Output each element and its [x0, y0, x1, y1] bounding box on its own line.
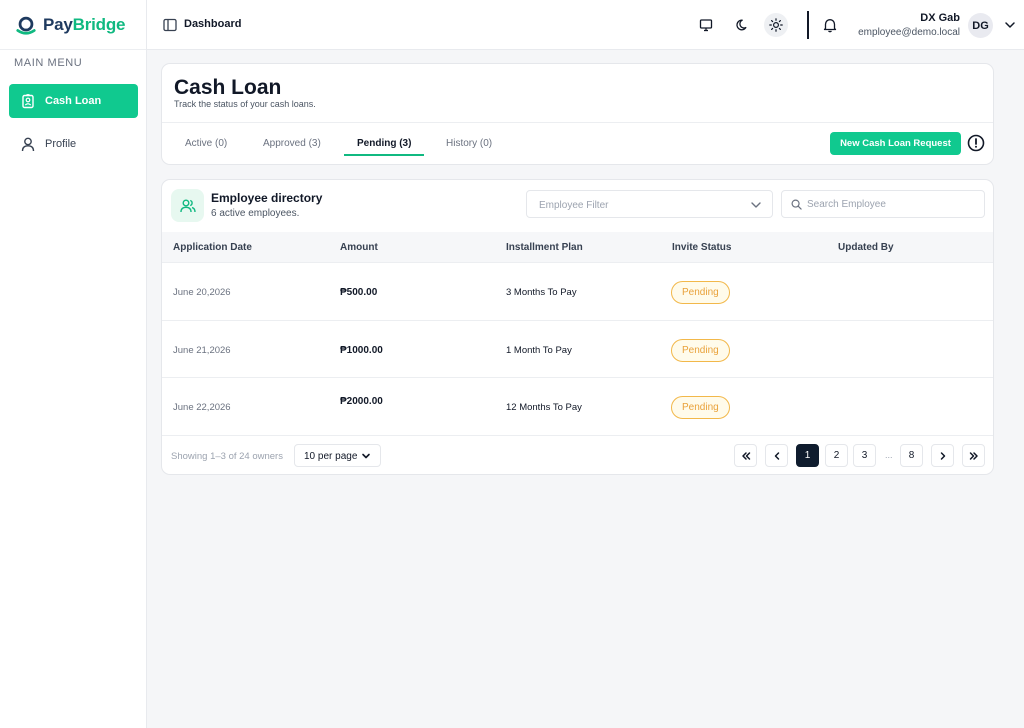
main-menu-heading: MAIN MENU — [14, 57, 83, 69]
employee-filter-placeholder: Employee Filter — [539, 200, 609, 211]
sidebar-item-label: Cash Loan — [45, 95, 102, 107]
sidebar-item-profile[interactable]: Profile — [9, 127, 138, 161]
sun-icon — [769, 18, 783, 32]
brand-logo[interactable]: PayBridge — [0, 0, 146, 50]
table-header: Application Date Amount Installment Plan… — [162, 232, 993, 262]
tab-active[interactable]: Active (0) — [185, 138, 227, 149]
header-divider — [807, 11, 809, 39]
divider — [162, 122, 993, 123]
installment-plan: 12 Months To Pay — [506, 402, 582, 413]
loan-amount: ₱1000.00 — [340, 345, 383, 356]
page-button-8[interactable]: 8 — [900, 444, 923, 467]
light-theme-button[interactable] — [764, 13, 788, 37]
next-page-button[interactable] — [931, 444, 954, 467]
tab-history[interactable]: History (0) — [446, 138, 492, 149]
user-name: DX Gab — [920, 12, 960, 24]
pagination-summary: Showing 1–3 of 24 owners — [171, 451, 283, 462]
column-header: Updated By — [838, 242, 894, 253]
paybridge-logo-icon — [16, 16, 36, 35]
sidebar: PayBridge MAIN MENU Cash Loan Profile — [0, 0, 147, 728]
application-date: June 20,2026 — [173, 287, 231, 298]
directory-subtitle: 6 active employees. — [211, 208, 300, 219]
sidebar-toggle-icon[interactable] — [162, 17, 178, 33]
bell-icon — [823, 19, 837, 33]
per-page-value: 10 per page — [304, 451, 358, 462]
employee-filter-select[interactable]: Employee Filter — [526, 190, 773, 218]
page-subtitle: Track the status of your cash loans. — [174, 99, 316, 109]
users-icon — [171, 189, 204, 222]
cash-loan-header-card: Cash Loan Track the status of your cash … — [161, 63, 994, 165]
search-input[interactable] — [807, 198, 977, 210]
tab-pending[interactable]: Pending (3) — [357, 138, 411, 149]
first-page-button[interactable] — [734, 444, 757, 467]
user-email: employee@demo.local — [858, 27, 960, 38]
previous-page-button[interactable] — [765, 444, 788, 467]
application-date: June 21,2026 — [173, 345, 231, 356]
user-icon — [20, 136, 36, 152]
chevron-left-icon — [774, 451, 779, 460]
table-row[interactable]: June 20,2026 ₱500.00 3 Months To Pay Pen… — [162, 262, 993, 320]
directory-title: Employee directory — [211, 191, 323, 205]
chevron-down-icon[interactable] — [1004, 19, 1016, 31]
sidebar-item-cash-loan[interactable]: Cash Loan — [9, 84, 138, 118]
search-employee-field[interactable] — [781, 190, 985, 218]
brand-name: PayBridge — [43, 14, 126, 34]
column-header: Application Date — [173, 242, 252, 253]
chevrons-right-icon — [969, 451, 978, 460]
chevron-right-icon — [940, 451, 945, 460]
monitor-icon — [699, 19, 713, 32]
avatar[interactable]: DG — [968, 13, 993, 38]
system-theme-button[interactable] — [694, 13, 718, 37]
loan-amount: ₱2000.00 — [340, 396, 383, 407]
installment-plan: 1 Month To Pay — [506, 345, 572, 356]
employee-directory-card: Employee directory 6 active employees. E… — [161, 179, 994, 475]
page-button-2[interactable]: 2 — [825, 444, 848, 467]
column-header: Amount — [340, 242, 378, 253]
new-cash-loan-request-button[interactable]: New Cash Loan Request — [830, 132, 961, 155]
table-footer: Showing 1–3 of 24 owners 10 per page 1 2… — [162, 435, 993, 474]
sidebar-item-label: Profile — [45, 138, 77, 150]
chevron-down-icon — [362, 453, 370, 459]
search-icon — [791, 199, 802, 210]
page-button-1[interactable]: 1 — [796, 444, 819, 467]
tab-approved[interactable]: Approved (3) — [263, 138, 321, 149]
breadcrumb[interactable]: Dashboard — [184, 18, 241, 30]
installment-plan: 3 Months To Pay — [506, 287, 577, 298]
table-row[interactable]: June 21,2026 ₱1000.00 1 Month To Pay Pen… — [162, 320, 993, 378]
application-date: June 22,2026 — [173, 402, 231, 413]
table-row[interactable]: June 22,2026 ₱2000.00 12 Months To Pay P… — [162, 377, 993, 435]
notifications-button[interactable] — [818, 13, 842, 37]
column-header: Installment Plan — [506, 242, 583, 253]
alert-circle-icon[interactable] — [967, 134, 985, 152]
page-title: Cash Loan — [174, 76, 282, 99]
page-button-3[interactable]: 3 — [853, 444, 876, 467]
last-page-button[interactable] — [962, 444, 985, 467]
top-bar: Dashboard DX Gab employee@demo.local DG — [147, 0, 1024, 50]
dark-theme-button[interactable] — [731, 13, 755, 37]
per-page-select[interactable]: 10 per page — [294, 444, 381, 467]
pagination-ellipsis: ... — [885, 450, 893, 460]
column-header: Invite Status — [672, 242, 732, 253]
status-badge: Pending — [671, 396, 730, 419]
moon-icon — [736, 19, 747, 31]
status-badge: Pending — [671, 339, 730, 362]
chevrons-left-icon — [741, 451, 750, 460]
loan-amount: ₱500.00 — [340, 287, 378, 298]
chevron-down-icon — [751, 202, 761, 208]
active-tab-indicator — [344, 154, 424, 156]
status-badge: Pending — [671, 281, 730, 304]
id-badge-icon — [20, 93, 36, 109]
